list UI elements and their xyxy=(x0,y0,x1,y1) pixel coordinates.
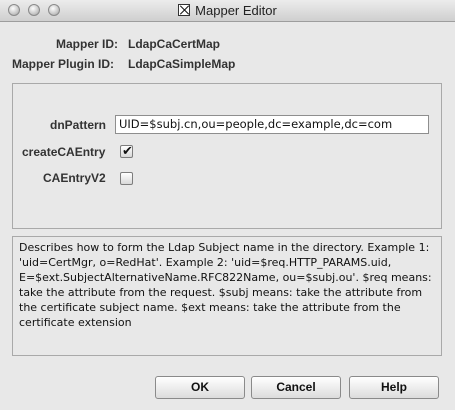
caentryv2-label: CAEntryV2 xyxy=(43,171,106,185)
description-text: Describes how to form the Ldap Subject n… xyxy=(12,236,442,356)
title-bar: Mapper Editor xyxy=(0,0,455,22)
mapper-id-label: Mapper ID: xyxy=(56,37,119,51)
window-title-wrap: Mapper Editor xyxy=(0,3,455,18)
cancel-button[interactable]: Cancel xyxy=(251,376,341,399)
checkmark-icon: ✔ xyxy=(122,143,133,158)
createcaentry-label: createCAEntry xyxy=(22,145,106,159)
caentryv2-checkbox[interactable] xyxy=(120,172,133,185)
ok-button[interactable]: OK xyxy=(155,376,245,399)
createcaentry-checkbox[interactable]: ✔ xyxy=(120,143,133,158)
help-button[interactable]: Help xyxy=(349,376,439,399)
dnpattern-label: dnPattern xyxy=(50,118,107,132)
mapper-plugin-id-label: Mapper Plugin ID: xyxy=(12,57,114,71)
window-title: Mapper Editor xyxy=(195,3,277,18)
x11-icon xyxy=(178,4,191,16)
dnpattern-input[interactable]: UID=$subj.cn,ou=people,dc=example,dc=com xyxy=(115,115,429,134)
mapper-id-value: LdapCaCertMap xyxy=(128,37,221,51)
mapper-plugin-id-value: LdapCaSimpleMap xyxy=(128,57,236,71)
